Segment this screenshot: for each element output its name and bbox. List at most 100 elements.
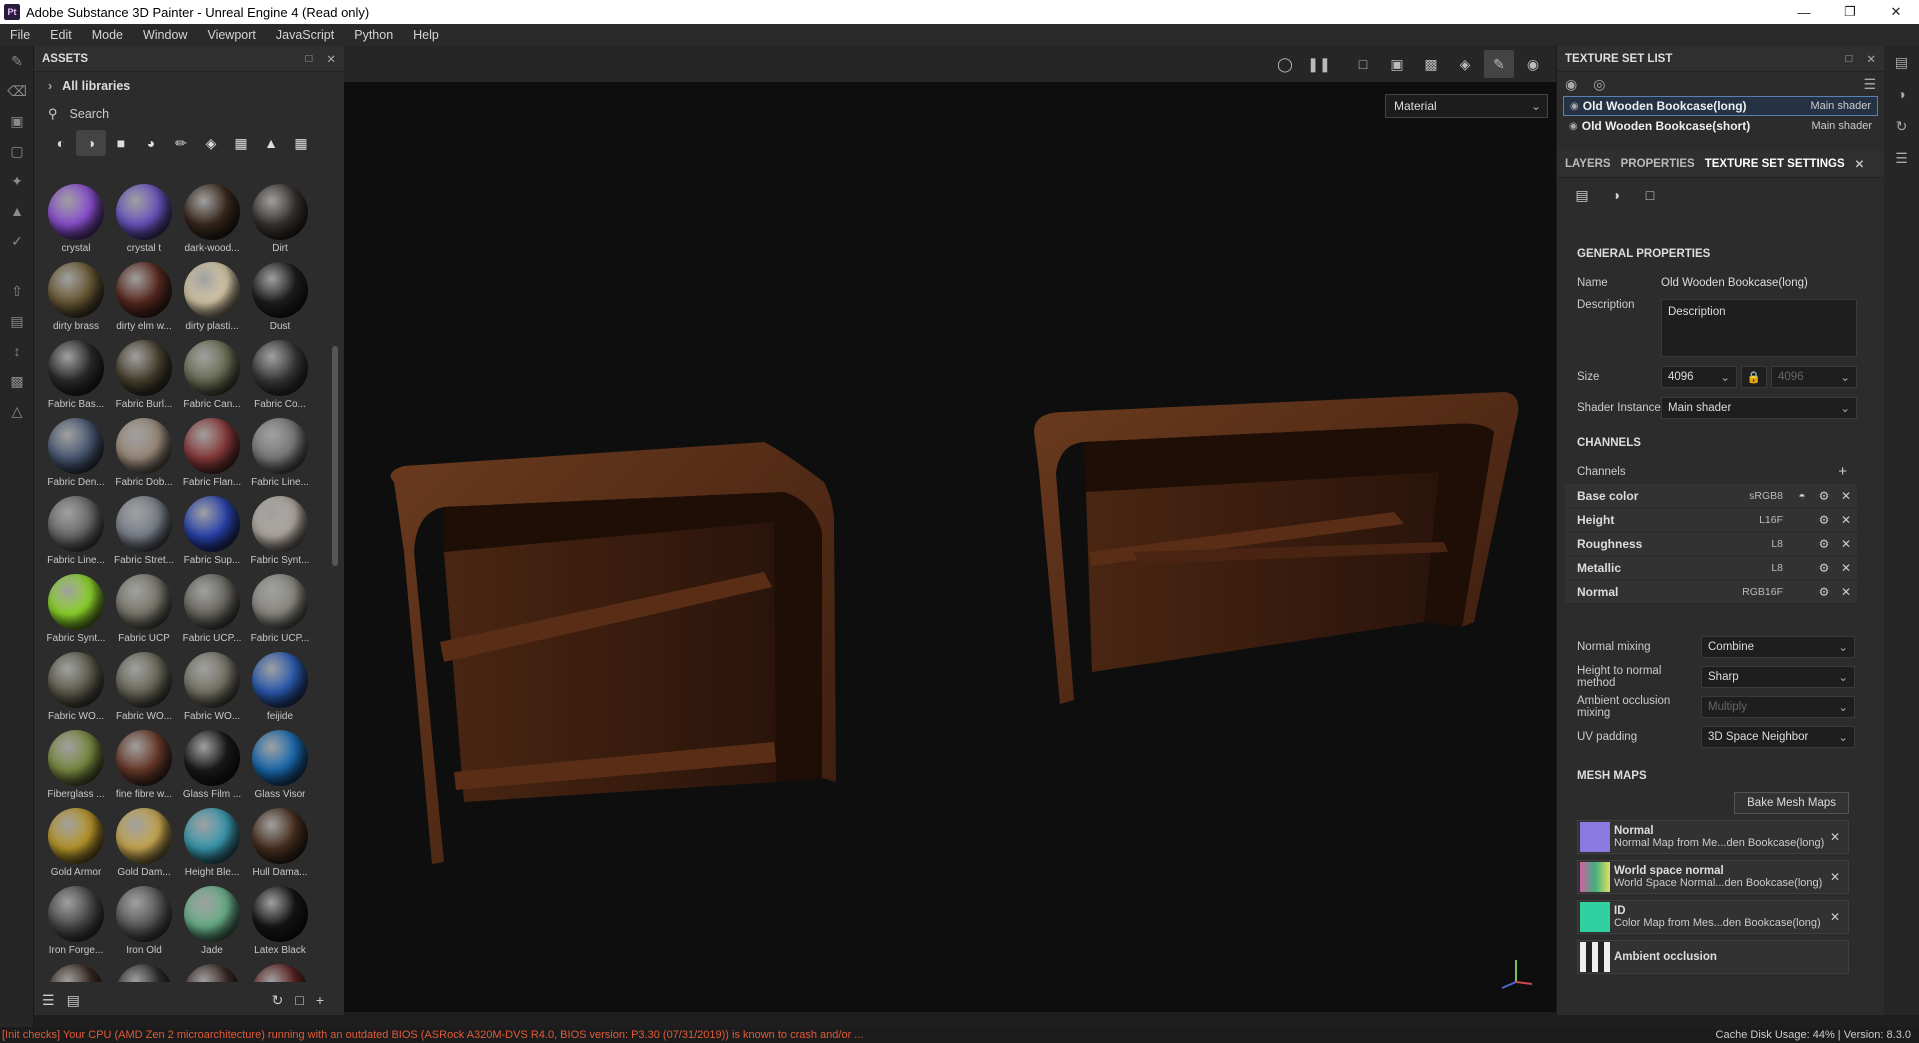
projection-icon[interactable]: ▣ — [0, 106, 34, 136]
remove-icon[interactable]: ✕ — [1835, 513, 1857, 527]
asset-item[interactable]: Fabric UCP... — [178, 570, 246, 648]
channel-format[interactable]: L8 — [1713, 562, 1783, 574]
add-icon[interactable]: + — [316, 992, 324, 1008]
menu-viewport[interactable]: Viewport — [197, 28, 265, 42]
gear-icon[interactable]: ⚙ — [1813, 513, 1835, 527]
gear-icon[interactable]: ⚙ — [1813, 537, 1835, 551]
shader-select[interactable]: Main shader ⌄ — [1661, 397, 1857, 419]
asset-item[interactable]: Fabric Burl... — [110, 336, 178, 414]
pause-icon[interactable]: ❚❚ — [1304, 50, 1334, 78]
channel-format[interactable]: L16F — [1713, 514, 1783, 526]
remove-icon[interactable]: ✕ — [1835, 537, 1857, 551]
asset-item[interactable]: Height Ble... — [178, 804, 246, 882]
asset-item[interactable]: Fabric Sup... — [178, 492, 246, 570]
channel-format[interactable]: RGB16F — [1713, 586, 1783, 598]
gear-icon[interactable]: ⚙ — [1813, 489, 1835, 503]
generator-filter-icon[interactable]: ◕ — [136, 130, 166, 156]
close-tab-icon[interactable]: ✕ — [1855, 157, 1865, 171]
channel-row[interactable]: Height L16F ⚙ ✕ — [1565, 508, 1857, 532]
asset-item[interactable]: Fabric Line... — [246, 414, 314, 492]
grid-view-icon[interactable]: ▦ — [286, 130, 316, 156]
height-to-normal-select[interactable]: Sharp ⌄ — [1701, 666, 1855, 688]
view-3d-icon[interactable]: ▣ — [1382, 50, 1412, 78]
asset-scrollbar[interactable] — [332, 346, 338, 566]
close-panel-icon[interactable]: ✕ — [1866, 52, 1876, 66]
asset-item[interactable]: Fiberglass ... — [42, 726, 110, 804]
asset-item[interactable]: dirty elm w... — [110, 258, 178, 336]
clone-stamp-icon[interactable]: ▲ — [0, 196, 34, 226]
smart-material-filter-icon[interactable]: ◑ — [76, 130, 106, 156]
bake-mesh-maps-button[interactable]: Bake Mesh Maps — [1734, 792, 1849, 814]
asset-item[interactable]: dirty plasti... — [178, 258, 246, 336]
asset-item[interactable]: Fabric WO... — [178, 648, 246, 726]
log-icon[interactable]: ☰ — [1884, 142, 1919, 174]
asset-item[interactable]: Fabric Dob... — [110, 414, 178, 492]
asset-item[interactable]: Glass Film ... — [178, 726, 246, 804]
particle-filter-icon[interactable]: ◈ — [196, 130, 226, 156]
symmetry-icon[interactable]: ◈ — [1450, 50, 1480, 78]
geometry-mask-icon[interactable]: ▢ — [0, 136, 34, 166]
channel-row[interactable]: Roughness L8 ⚙ ✕ — [1565, 532, 1857, 556]
asset-item[interactable]: Fabric Flan... — [178, 414, 246, 492]
texture-filter-icon[interactable]: ▦ — [226, 130, 256, 156]
color-picker-icon[interactable]: ✓ — [0, 226, 34, 256]
asset-item[interactable]: Fabric Co... — [246, 336, 314, 414]
menu-window[interactable]: Window — [133, 28, 197, 42]
channel-format[interactable]: L8 — [1713, 538, 1783, 550]
asset-item[interactable]: Leather Da... — [178, 960, 246, 982]
menu-mode[interactable]: Mode — [82, 28, 133, 42]
size-select[interactable]: 4096 ⌄ — [1661, 366, 1737, 388]
3d-viewport[interactable]: Material ⌄ — [344, 82, 1556, 1012]
asset-item[interactable]: Fabric Synt... — [246, 492, 314, 570]
asset-item[interactable]: Fabric Can... — [178, 336, 246, 414]
environment-filter-icon[interactable]: ▲ — [256, 130, 286, 156]
channel-format[interactable]: sRGB8 — [1713, 490, 1783, 502]
asset-item[interactable]: Gold Armor — [42, 804, 110, 882]
asset-item[interactable]: Fabric Line... — [42, 492, 110, 570]
asset-item[interactable]: Fabric Synt... — [42, 570, 110, 648]
hide-ui-icon[interactable]: ◯ — [1270, 50, 1300, 78]
mesh-map-slot[interactable]: Normal Normal Map from Me...den Bookcase(… — [1577, 820, 1849, 854]
remove-icon[interactable]: ✕ — [1830, 910, 1840, 924]
remove-icon[interactable]: ✕ — [1830, 830, 1840, 844]
paint-brush-icon[interactable]: ✎ — [0, 46, 34, 76]
history-icon[interactable]: ↻ — [1884, 110, 1919, 142]
asset-item[interactable]: Iron Old — [110, 882, 178, 960]
asset-item[interactable]: Dust — [246, 258, 314, 336]
asset-item[interactable]: dark-wood... — [178, 180, 246, 258]
asset-item[interactable]: fine fibre w... — [110, 726, 178, 804]
asset-item[interactable]: Fabric UCP... — [246, 570, 314, 648]
material-icon[interactable]: ◑ — [1599, 187, 1633, 203]
refresh-icon[interactable]: ↻ — [272, 992, 284, 1009]
asset-item[interactable]: Leather Fin... — [246, 960, 314, 982]
asset-item[interactable]: Jade — [178, 882, 246, 960]
eye-icon[interactable]: ◉ — [1569, 121, 1578, 132]
tab-properties[interactable]: PROPERTIES — [1621, 158, 1695, 170]
asset-item[interactable]: Latex Black — [246, 882, 314, 960]
asset-item[interactable]: Fabric WO... — [110, 648, 178, 726]
asset-item[interactable]: Leather Cr... — [110, 960, 178, 982]
asset-item[interactable]: Leather Col... — [42, 960, 110, 982]
measure-icon[interactable]: ↕ — [0, 336, 34, 366]
texture-set-list-icon[interactable]: ▤ — [1884, 46, 1919, 78]
remove-icon[interactable]: ✕ — [1830, 870, 1840, 884]
material-filter-icon[interactable]: ◐ — [46, 130, 76, 156]
mesh-map-slot[interactable]: ID Color Map from Mes...den Bookcase(long… — [1577, 900, 1849, 934]
channel-row[interactable]: Base color sRGB8 ◓ ⚙ ✕ — [1565, 484, 1857, 508]
mask-filter-icon[interactable]: ■ — [106, 130, 136, 156]
view-2d-icon[interactable]: □ — [1348, 50, 1378, 78]
asset-item[interactable]: Fabric Bas... — [42, 336, 110, 414]
description-field[interactable]: Description — [1661, 299, 1857, 357]
uv-padding-select[interactable]: 3D Space Neighbor ⌄ — [1701, 726, 1855, 748]
eraser-icon[interactable]: ⌫ — [0, 76, 34, 106]
lock-icon[interactable]: 🔒 — [1741, 366, 1767, 388]
search-input[interactable]: ⚲ Search — [34, 100, 344, 128]
paint-mode-icon[interactable]: ✎ — [1484, 50, 1514, 78]
channel-row[interactable]: Normal RGB16F ⚙ ✕ — [1565, 580, 1857, 604]
minimize-icon[interactable]: — — [1781, 0, 1827, 24]
close-panel-icon[interactable]: ✕ — [326, 52, 336, 66]
add-channel-icon[interactable]: + — [1838, 463, 1847, 480]
bake-icon[interactable]: ⇧ — [0, 276, 34, 306]
tab-texture-set-settings[interactable]: TEXTURE SET SETTINGS — [1705, 158, 1845, 170]
list-view-icon[interactable]: ☰ — [42, 992, 55, 1009]
